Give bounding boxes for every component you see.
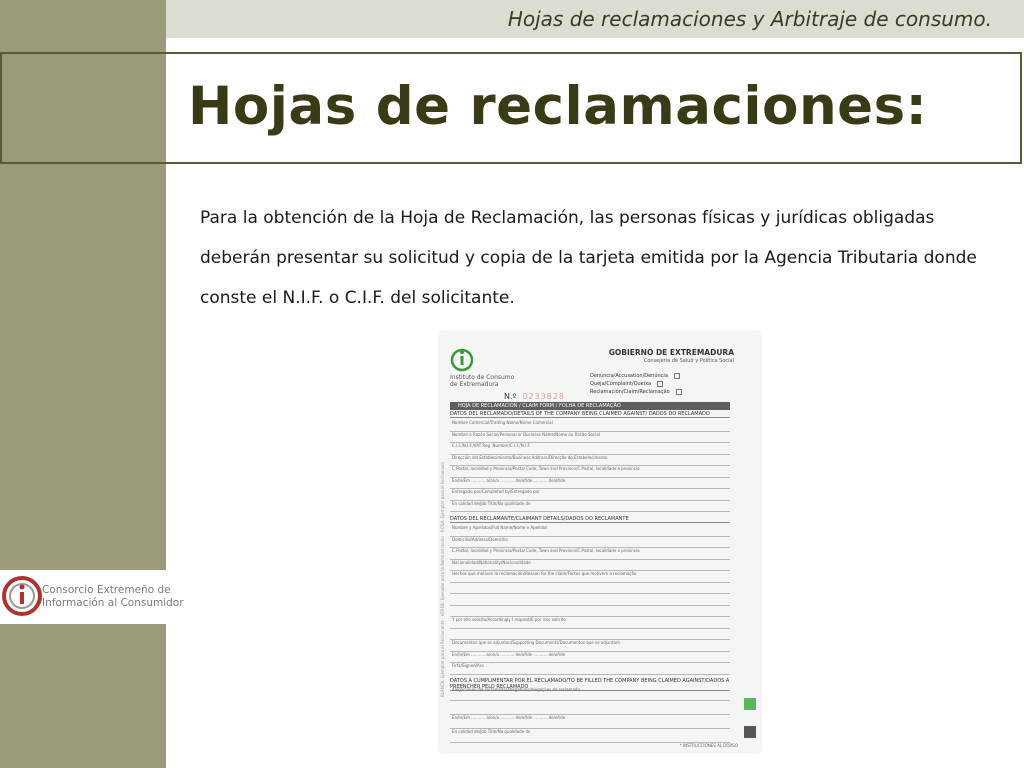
form-field-row bbox=[450, 701, 730, 715]
form-field-row bbox=[450, 583, 730, 594]
form-field-row bbox=[450, 594, 730, 606]
page-title: Hojas de reclamaciones: bbox=[188, 76, 928, 137]
form-section-1: DATOS DEL RECLAMADO/DETAILS OF THE COMPA… bbox=[450, 411, 730, 418]
form-field-row bbox=[450, 629, 730, 640]
form-field-row: C.Postal, localidad y Provincia/Postal C… bbox=[450, 466, 730, 478]
institute-logo-icon bbox=[450, 348, 474, 372]
form-ministry: Consejería de Salud y Política Social bbox=[643, 358, 734, 364]
form-field-row: Nombre Comercial/Trading Name/Nome Comer… bbox=[450, 420, 730, 432]
checkbox-icon bbox=[673, 372, 680, 379]
form-institute: Instituto de Consumo de Extremadura bbox=[450, 374, 515, 388]
form-option: Denuncia/Accusation/Denúncia bbox=[590, 372, 682, 380]
form-option: Queja/Complaint/Queixa bbox=[590, 380, 682, 388]
form-side-text: BLANCA: Ejemplar para el Reclamante · VE… bbox=[440, 462, 445, 698]
form-gray-marker bbox=[744, 726, 756, 738]
form-field-row: Nombre o Razón Social/Personal or Busine… bbox=[450, 432, 730, 443]
form-field-row: C.Postal, localidad y Provincia/Postal C… bbox=[450, 548, 730, 560]
form-field-row: En calidad de/Job Title/Na qualidade de bbox=[450, 501, 730, 512]
body-paragraph: Para la obtención de la Hoja de Reclamac… bbox=[200, 208, 977, 308]
form-field-row: En/In/Em ........... a/on/a ........... … bbox=[450, 478, 730, 489]
form-field-row: Dirección del Establecimiento/Business A… bbox=[450, 455, 730, 466]
header-bar: Hojas de reclamaciones y Arbitraje de co… bbox=[166, 0, 1024, 38]
form-field-row: En/In/Em ........... a/on/a ........... … bbox=[450, 652, 730, 663]
form-option: Reclamación/Claim/Reclamação bbox=[590, 388, 682, 396]
header-subtitle: Hojas de reclamaciones y Arbitraje de co… bbox=[507, 7, 992, 31]
complaint-form-image: Instituto de Consumo de Extremadura GOBI… bbox=[440, 332, 760, 752]
form-field-row: Hechos que motiven la reclamación/Reason… bbox=[450, 571, 730, 583]
form-field-row: Firfa/Signed/Ass bbox=[450, 663, 730, 675]
form-green-marker bbox=[744, 698, 756, 710]
form-options: Denuncia/Accusation/Denúncia Queja/Compl… bbox=[590, 372, 682, 396]
form-number: N.º 0233828 bbox=[504, 392, 565, 401]
form-field-row: Domicilio/Address/Domicílio bbox=[450, 537, 730, 548]
form-section-2: DATOS DEL RECLAMANTE/CLAIMANT DETAILS/DA… bbox=[450, 516, 730, 523]
form-field-row: Alegaciones del reclamado/Allegations/Al… bbox=[450, 687, 730, 701]
title-box-sidebar-fill bbox=[2, 54, 166, 162]
logo-line-1: Consorcio Extremeño de bbox=[42, 584, 171, 596]
form-field-row: Y por ello solicito/Accordingly I reques… bbox=[450, 617, 730, 629]
form-field-row: Nacionalidad/Nationality/Nacionalidade bbox=[450, 560, 730, 571]
consortium-logo: Consorcio Extremeño de Información al Co… bbox=[0, 570, 184, 624]
form-footer: * INSTRUCCIONES AL DORSO bbox=[679, 743, 738, 748]
form-field-row bbox=[450, 606, 730, 617]
form-field-row: Nombre y Apellidos/Full Name/Nome e Apel… bbox=[450, 525, 730, 537]
consortium-logo-text: Consorcio Extremeño de Información al Co… bbox=[42, 584, 184, 610]
form-field-row: Entregado por/Completed by/Entregado por bbox=[450, 489, 730, 501]
form-government: GOBIERNO DE EXTREMADURA bbox=[608, 348, 734, 357]
logo-line-2: Información al Consumidor bbox=[42, 597, 184, 609]
form-title-band: HOJA DE RECLAMACIÓN / CLAIM FORM / FOLHA… bbox=[450, 402, 730, 410]
form-field-row: Documentos que se adjuntan/Supporting Do… bbox=[450, 640, 730, 652]
checkbox-icon bbox=[675, 388, 682, 395]
form-field-row: En calidad de/Job Title/Na qualidade de bbox=[450, 729, 730, 743]
form-field-row: En/In/Em ........... a/on/a ........... … bbox=[450, 715, 730, 729]
checkbox-icon bbox=[657, 380, 664, 387]
consortium-logo-icon bbox=[2, 576, 42, 616]
form-field-row: C.I.F./N.I.F./VAT Reg. Number/C.I.F./N.I… bbox=[450, 443, 730, 455]
